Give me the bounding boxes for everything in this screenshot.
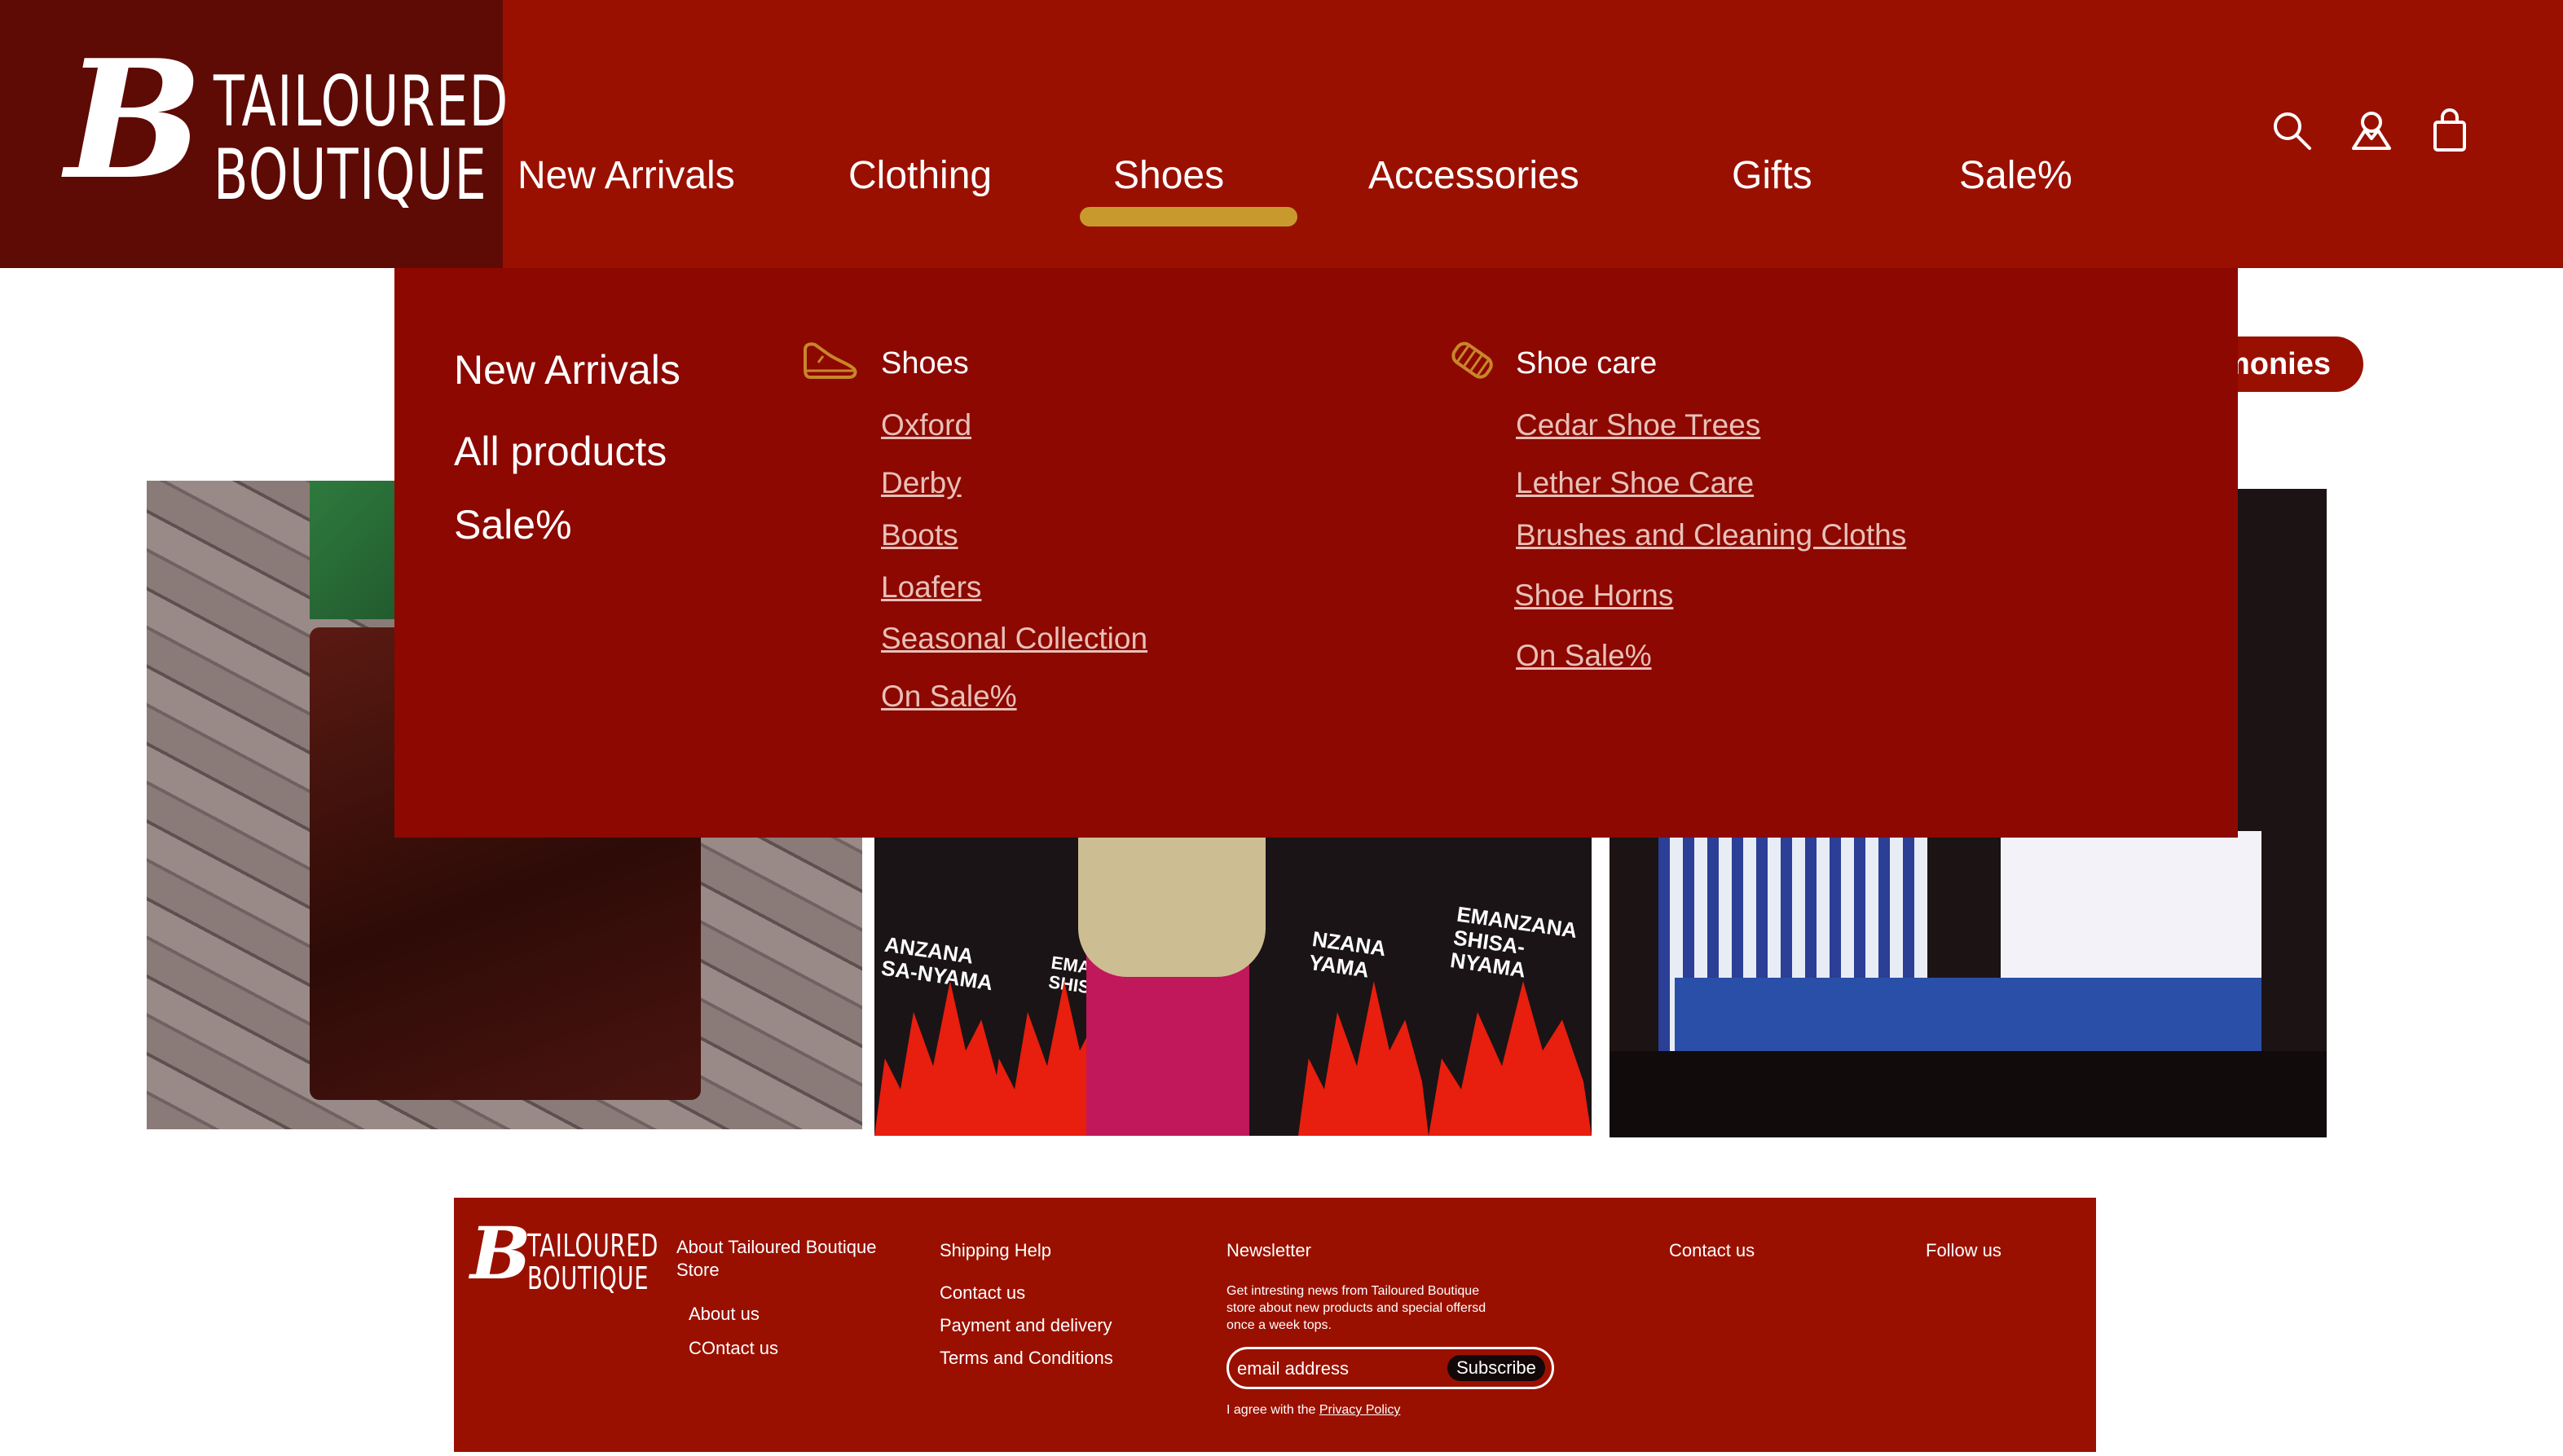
menu-sale[interactable]: Sale% — [454, 501, 572, 548]
nav-clothing[interactable]: Clothing — [848, 153, 992, 202]
flame-graphic — [874, 981, 1005, 1136]
site-footer: B TAILOURED BOUTIQUE About Tailoured Bou… — [454, 1198, 2096, 1452]
email-field[interactable] — [1235, 1356, 1442, 1382]
person-jacket — [1078, 834, 1266, 977]
link-leather-shoe-care[interactable]: Lether Shoe Care — [1516, 466, 1754, 500]
account-icon[interactable] — [2349, 108, 2394, 153]
about-heading-line1: About Tailoured Boutique — [676, 1237, 877, 1257]
banner-logo-text: ANZANA SA-NYAMA — [880, 932, 997, 995]
logo-letter: B — [65, 24, 204, 216]
nav-sale[interactable]: Sale% — [1959, 153, 2072, 202]
link-derby[interactable]: Derby — [881, 466, 962, 500]
footer-logo[interactable]: B TAILOURED BOUTIQUE — [460, 1211, 658, 1295]
shopping-bag-icon[interactable] — [2427, 108, 2473, 153]
link-seasonal-collection[interactable]: Seasonal Collection — [881, 622, 1147, 656]
payment-delivery-link[interactable]: Payment and delivery — [940, 1315, 1112, 1336]
newsletter-form: Subscribe — [1226, 1347, 1554, 1389]
about-heading-line2: Store — [676, 1260, 720, 1280]
banner-logo-text: NZANA YAMA — [1307, 926, 1387, 983]
footer-logo-letter: B — [470, 1211, 531, 1295]
logo[interactable]: B TAILOURED BOUTIQUE — [0, 0, 508, 268]
site-header: B TAILOURED BOUTIQUE New Arrivals Clothi… — [0, 0, 2563, 268]
event-photo[interactable]: ANZANA SA-NYAMA EMA SHISA NZANA YAMA EMA… — [874, 834, 1592, 1136]
shoe-care-heading: Shoe care — [1516, 346, 1658, 380]
brush-icon — [1451, 341, 1493, 379]
privacy-agreement: I agree with the Privacy Policy — [1226, 1403, 1400, 1418]
photo-bottom-bar — [1610, 1051, 2327, 1137]
newsletter-description: Get intresting news from Tailoured Bouti… — [1226, 1284, 1486, 1332]
jeans — [1675, 978, 2261, 1051]
link-brushes-cleaning-cloths[interactable]: Brushes and Cleaning Cloths — [1516, 518, 1906, 552]
link-shoes-on-sale[interactable]: On Sale% — [881, 680, 1017, 714]
link-oxford[interactable]: Oxford — [881, 408, 971, 442]
privacy-policy-link[interactable]: Privacy Policy — [1319, 1403, 1401, 1417]
newsletter-heading: Newsletter — [1226, 1240, 1311, 1260]
link-shoe-horns[interactable]: Shoe Horns — [1514, 578, 1673, 613]
follow-us-heading: Follow us — [1926, 1240, 2002, 1260]
link-cedar-shoe-trees[interactable]: Cedar Shoe Trees — [1516, 408, 1760, 442]
search-icon[interactable] — [2269, 108, 2314, 153]
nav-gifts[interactable]: Gifts — [1732, 153, 1812, 202]
active-nav-indicator — [1080, 207, 1297, 227]
shipping-help-heading: Shipping Help — [940, 1240, 1051, 1260]
shipping-contact-link[interactable]: Contact us — [940, 1282, 1025, 1304]
shoes-heading: Shoes — [881, 346, 969, 380]
terms-conditions-link[interactable]: Terms and Conditions — [940, 1348, 1113, 1369]
contact-heading: Contact us — [1669, 1240, 1755, 1260]
link-boots[interactable]: Boots — [881, 518, 958, 552]
banner-logo-text: EMANZANA SHISA-NYAMA — [1449, 902, 1592, 992]
nav-accessories[interactable]: Accessories — [1368, 153, 1579, 202]
nav-shoes[interactable]: Shoes — [1113, 153, 1224, 202]
subscribe-button[interactable]: Subscribe — [1447, 1355, 1545, 1381]
logo-word-2: BOUTIQUE — [214, 134, 488, 216]
footer-contact-us-link[interactable]: COntact us — [689, 1338, 778, 1359]
flame-graphic — [1298, 981, 1429, 1136]
footer-logo-word-2: BOUTIQUE — [527, 1260, 650, 1296]
footer-logo-word-1: TAILOURED — [527, 1228, 659, 1264]
menu-new-arrivals[interactable]: New Arrivals — [454, 346, 680, 394]
privacy-agree-text: I agree with the — [1226, 1403, 1319, 1417]
link-shoe-care-on-sale[interactable]: On Sale% — [1516, 639, 1652, 673]
logo-word-1: TAILOURED — [214, 61, 509, 143]
link-loafers[interactable]: Loafers — [881, 570, 981, 605]
footer-about-us-link[interactable]: About us — [689, 1304, 760, 1325]
flame-graphic — [1429, 981, 1592, 1136]
menu-all-products[interactable]: All products — [454, 428, 667, 475]
shoe-icon — [804, 342, 857, 379]
shoes-mega-menu: New Arrivals All products Sale% Shoes Ox… — [394, 268, 2238, 838]
nav-new-arrivals[interactable]: New Arrivals — [517, 153, 735, 202]
